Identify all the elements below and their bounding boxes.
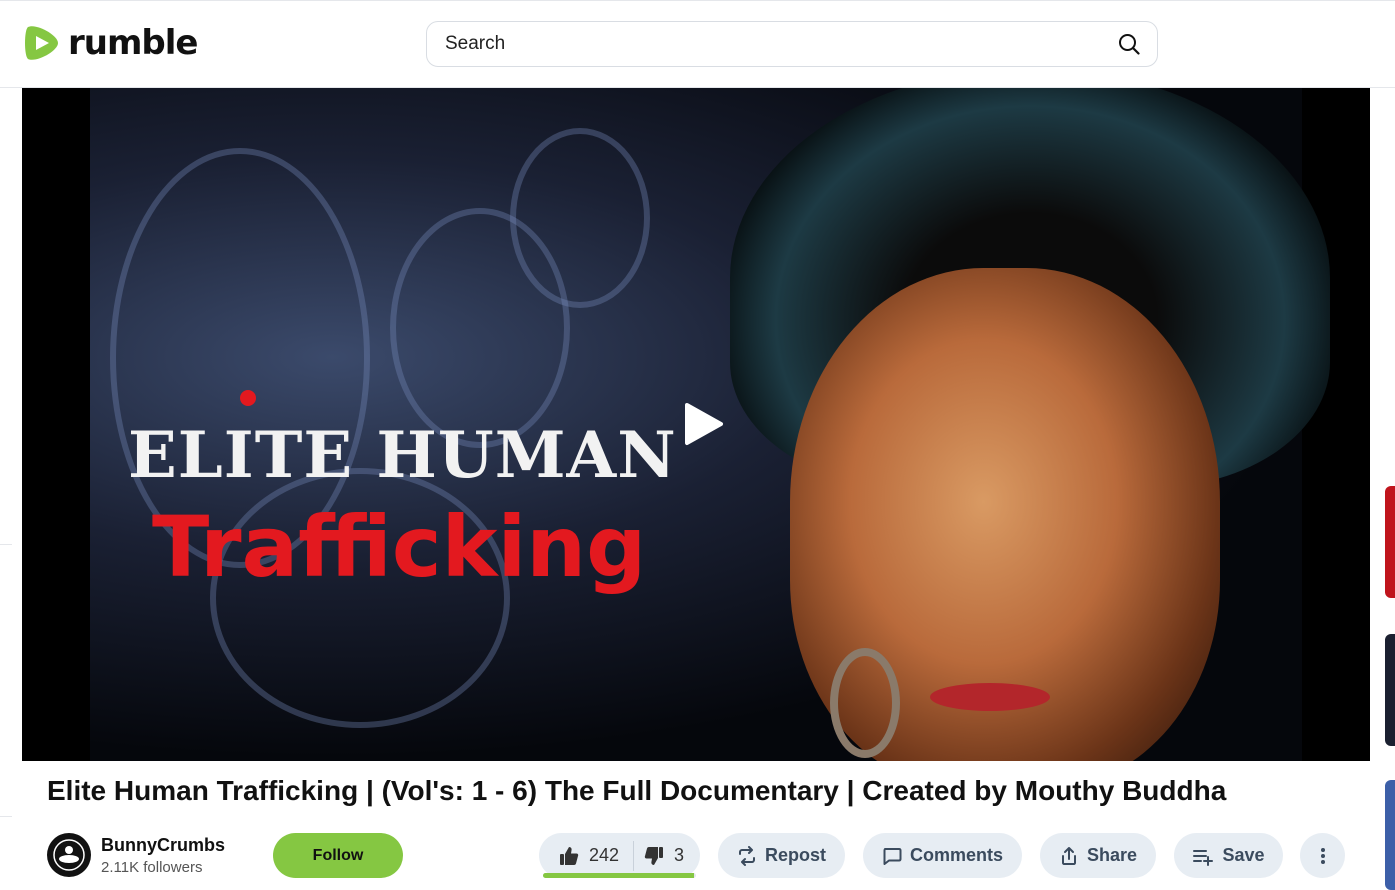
- thumbs-up-icon: [560, 846, 579, 865]
- top-bar: rumble: [0, 0, 1395, 88]
- channel-avatar[interactable]: [47, 833, 91, 877]
- search-input[interactable]: [427, 22, 1101, 66]
- search-button[interactable]: [1101, 22, 1157, 66]
- share-button[interactable]: Share: [1040, 833, 1156, 878]
- sidebar-divider: [0, 816, 12, 817]
- video-title: Elite Human Trafficking | (Vol's: 1 - 6)…: [47, 775, 1227, 806]
- suggested-video-thumb[interactable]: [1385, 634, 1395, 746]
- suggested-video-thumb[interactable]: [1385, 486, 1395, 598]
- dislike-button[interactable]: 3: [634, 833, 698, 878]
- search-bar: [426, 21, 1158, 67]
- playlist-add-icon: [1193, 849, 1214, 866]
- repost-button[interactable]: Repost: [718, 833, 845, 878]
- overlay-title-line1: ELITE HUMAN: [128, 418, 677, 493]
- save-label: Save: [1222, 845, 1265, 865]
- like-ratio-bar: [543, 873, 696, 878]
- save-button[interactable]: Save: [1174, 833, 1283, 878]
- kebab-menu-icon: [1320, 847, 1325, 864]
- overlay-title-line2: Trafficking: [152, 498, 647, 596]
- brand-name: rumble: [68, 23, 198, 63]
- more-options-button[interactable]: [1300, 833, 1345, 878]
- channel-info: BunnyCrumbs 2.11K followers: [47, 833, 225, 877]
- channel-name[interactable]: BunnyCrumbs: [101, 835, 225, 856]
- vote-group: 242 3: [539, 833, 700, 878]
- like-count: 242: [589, 845, 620, 865]
- rumble-logo[interactable]: rumble: [22, 23, 198, 63]
- share-icon: [1061, 846, 1076, 865]
- rumble-logo-icon: [25, 26, 58, 60]
- play-icon[interactable]: [677, 399, 727, 449]
- red-dot-decoration: [240, 390, 256, 406]
- search-icon: [1119, 34, 1140, 55]
- comments-button[interactable]: Comments: [863, 833, 1022, 878]
- like-ratio-fill: [543, 873, 695, 878]
- follow-button[interactable]: Follow: [273, 833, 403, 878]
- sidebar-divider: [0, 544, 12, 545]
- like-button[interactable]: 242: [539, 833, 633, 878]
- video-player[interactable]: ELITE HUMAN Trafficking: [22, 88, 1370, 761]
- left-sidebar-edge: [0, 88, 12, 890]
- comments-label: Comments: [909, 845, 1003, 865]
- channel-followers: 2.11K followers: [101, 858, 203, 876]
- thumbs-down-icon: [644, 846, 664, 865]
- avatar-icon: [53, 839, 85, 871]
- repost-icon: [738, 845, 755, 866]
- repost-label: Repost: [764, 845, 826, 865]
- share-label: Share: [1086, 845, 1138, 865]
- suggested-video-thumb[interactable]: [1385, 780, 1395, 890]
- comment-icon: [883, 847, 902, 865]
- dislike-count: 3: [674, 845, 685, 865]
